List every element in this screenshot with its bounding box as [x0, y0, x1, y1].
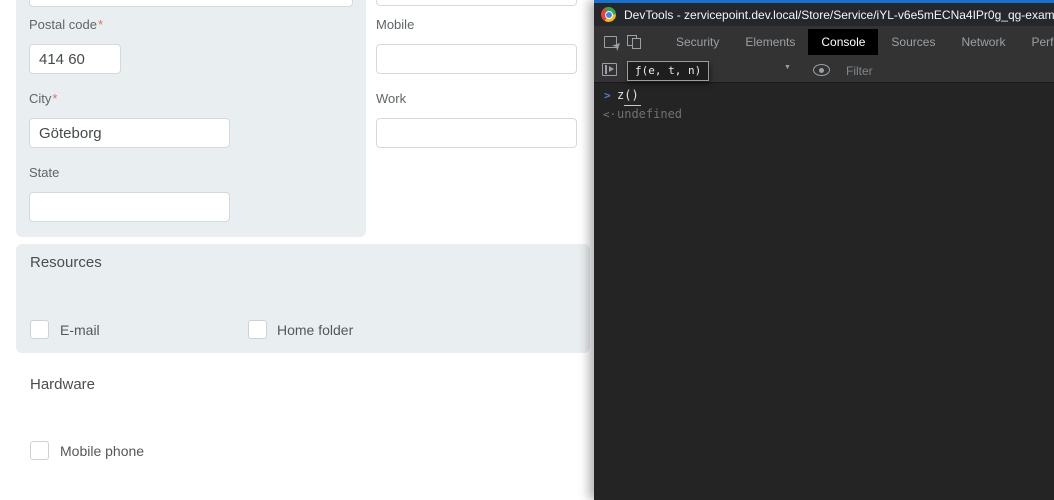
- postal-code-label: Postal code*: [29, 17, 103, 32]
- console-typed-suggestion: (): [624, 86, 640, 106]
- home-folder-checkbox-label: Home folder: [277, 322, 353, 338]
- console-output[interactable]: > z () <· undefined: [594, 83, 1054, 124]
- hardware-section-title: Hardware: [30, 376, 95, 393]
- postal-code-label-text: Postal code: [29, 17, 97, 32]
- tab-elements[interactable]: Elements: [732, 29, 808, 55]
- console-input-row[interactable]: > z (): [594, 86, 1054, 105]
- state-label-text: State: [29, 165, 59, 180]
- work-label: Work: [376, 91, 406, 106]
- tab-performance[interactable]: Performance: [1018, 29, 1054, 55]
- home-folder-checkbox[interactable]: [248, 320, 267, 339]
- console-result-value: undefined: [617, 105, 682, 124]
- page: Postal code* City* State Mobile Work Res…: [0, 0, 1054, 500]
- postal-code-input[interactable]: [29, 44, 121, 74]
- city-input[interactable]: [29, 118, 230, 148]
- chevron-down-icon[interactable]: ▼: [784, 64, 791, 71]
- devtools-window: DevTools - zervicepoint.dev.local/Store/…: [594, 0, 1054, 500]
- devtools-tabbar: Security Elements Console Sources Networ…: [594, 26, 1054, 58]
- work-label-text: Work: [376, 91, 406, 106]
- city-label-text: City: [29, 91, 51, 106]
- required-asterisk: *: [52, 91, 57, 106]
- mobile-input[interactable]: [376, 44, 577, 74]
- state-input[interactable]: [29, 192, 230, 222]
- console-toolbar: ƒ(e, t, n) ▼: [594, 58, 1054, 83]
- email-checkbox-label: E-mail: [60, 322, 100, 338]
- console-result-row: <· undefined: [594, 105, 1054, 124]
- mobile-phone-checkbox-label: Mobile phone: [60, 443, 144, 459]
- console-prompt-icon: >: [604, 86, 617, 105]
- console-filter-input[interactable]: [846, 61, 996, 80]
- tab-sources[interactable]: Sources: [878, 29, 948, 55]
- console-typed-text: z: [617, 86, 624, 105]
- console-sidebar-icon[interactable]: [602, 63, 617, 76]
- device-toolbar-icon[interactable]: [627, 35, 642, 49]
- mobile-label: Mobile: [376, 17, 414, 32]
- tab-security[interactable]: Security: [663, 29, 732, 55]
- inspect-element-icon[interactable]: [604, 36, 617, 48]
- tab-console[interactable]: Console: [808, 29, 878, 55]
- eager-eval-popup: ƒ(e, t, n): [627, 61, 709, 81]
- city-label: City*: [29, 91, 57, 106]
- devtools-window-title: DevTools - zervicepoint.dev.local/Store/…: [624, 8, 1054, 22]
- chrome-logo-icon: [601, 7, 616, 22]
- mobile-phone-checkbox[interactable]: [30, 441, 49, 460]
- address-partial-input[interactable]: [29, 0, 353, 7]
- devtools-tabs: Security Elements Console Sources Networ…: [663, 29, 1054, 55]
- console-result-arrow-icon: <·: [603, 105, 617, 124]
- live-expression-eye-icon[interactable]: [813, 64, 830, 76]
- tab-network[interactable]: Network: [948, 29, 1018, 55]
- work-input[interactable]: [376, 118, 577, 148]
- contact-form: Postal code* City* State Mobile Work Res…: [0, 0, 594, 500]
- phone-partial-input[interactable]: [376, 0, 577, 6]
- required-asterisk: *: [98, 17, 103, 32]
- resources-section-title: Resources: [30, 254, 102, 271]
- email-checkbox[interactable]: [30, 320, 49, 339]
- state-label: State: [29, 165, 59, 180]
- devtools-titlebar[interactable]: DevTools - zervicepoint.dev.local/Store/…: [594, 3, 1054, 26]
- mobile-label-text: Mobile: [376, 17, 414, 32]
